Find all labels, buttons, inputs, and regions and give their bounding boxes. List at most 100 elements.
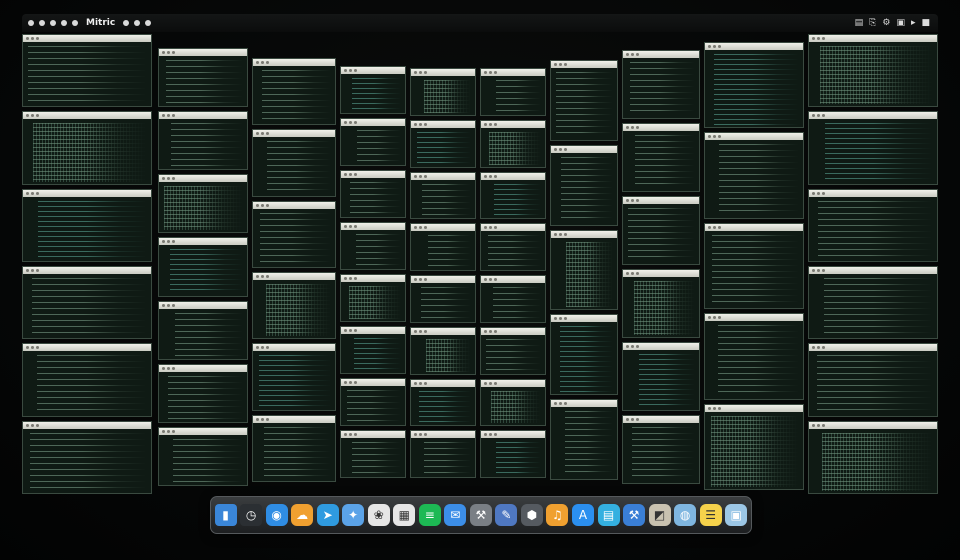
menu-dots[interactable] [123,20,152,26]
terminal-window[interactable] [704,313,804,400]
terminal-window[interactable] [622,269,700,338]
window-control-icon[interactable] [162,177,165,181]
window-title-bar[interactable] [159,301,247,309]
window-control-icon[interactable] [36,37,39,40]
window-control-icon[interactable] [494,122,497,126]
window-control-icon[interactable] [817,423,820,427]
code-text-area[interactable] [258,355,331,408]
window-title-bar[interactable] [23,112,151,120]
window-control-icon[interactable] [489,226,492,230]
code-text-area[interactable] [566,241,613,308]
window-control-icon[interactable] [344,225,347,228]
window-control-icon[interactable] [266,132,269,136]
terminal-window[interactable] [410,326,476,375]
dot-icon[interactable] [61,20,67,26]
window-control-icon[interactable] [559,63,562,66]
code-text-area[interactable] [417,131,471,165]
window-control-icon[interactable] [349,381,352,384]
window-control-icon[interactable] [713,316,716,320]
terminal-window[interactable] [22,343,152,417]
window-control-icon[interactable] [718,45,721,48]
window-control-icon[interactable] [812,269,815,272]
window-control-icon[interactable] [718,316,721,320]
window-control-icon[interactable] [26,346,29,350]
window-control-icon[interactable] [349,277,352,280]
window-control-icon[interactable] [817,269,820,272]
window-control-icon[interactable] [354,433,357,436]
window-control-icon[interactable] [162,303,165,307]
terminal-window[interactable] [704,132,804,219]
window-control-icon[interactable] [162,240,165,244]
code-text-area[interactable] [355,234,401,267]
terminal-window[interactable] [410,171,476,220]
window-control-icon[interactable] [489,71,492,74]
window-control-icon[interactable] [822,114,825,118]
window-control-icon[interactable] [414,278,417,281]
window-control-icon[interactable] [344,433,347,436]
terminal-window[interactable] [808,111,938,185]
window-control-icon[interactable] [162,429,165,433]
window-title-bar[interactable] [253,273,335,280]
window-control-icon[interactable] [419,433,422,437]
window-control-icon[interactable] [172,240,175,244]
window-control-icon[interactable] [636,272,639,275]
terminal-window[interactable] [480,326,546,375]
terminal-window[interactable] [340,274,406,322]
window-title-bar[interactable] [411,120,475,128]
window-control-icon[interactable] [822,423,825,427]
window-control-icon[interactable] [636,126,639,129]
window-control-icon[interactable] [414,381,417,385]
window-control-icon[interactable] [261,346,264,350]
code-text-area[interactable] [714,54,799,126]
window-control-icon[interactable] [162,114,165,118]
window-control-icon[interactable] [636,345,639,348]
window-control-icon[interactable] [631,126,634,129]
window-title-bar[interactable] [623,197,699,204]
window-control-icon[interactable] [349,173,352,176]
window-title-bar[interactable] [23,189,151,197]
window-title-bar[interactable] [809,112,937,120]
window-control-icon[interactable] [559,147,562,151]
terminal-window[interactable] [480,378,546,427]
terminal-window[interactable] [550,399,618,480]
window-title-bar[interactable] [23,344,151,352]
dot-icon[interactable] [28,20,34,26]
window-title-bar[interactable] [481,379,545,387]
window-control-icon[interactable] [419,278,422,281]
window-control-icon[interactable] [344,329,347,332]
window-control-icon[interactable] [424,226,427,230]
code-text-area[interactable] [717,325,799,397]
code-text-area[interactable] [426,338,471,372]
window-title-bar[interactable] [23,35,151,42]
terminal-window[interactable] [340,118,406,166]
terminal-window[interactable] [340,66,406,114]
code-text-area[interactable] [38,200,147,259]
window-control-icon[interactable] [626,418,629,421]
window-control-icon[interactable] [162,51,165,54]
window-control-icon[interactable] [419,71,422,74]
window-control-icon[interactable] [636,53,639,56]
window-control-icon[interactable] [256,132,259,136]
window-title-bar[interactable] [253,415,335,423]
code-text-area[interactable] [347,390,401,423]
terminal-window[interactable] [22,34,152,108]
terminal-window[interactable] [252,58,336,126]
window-title-bar[interactable] [341,223,405,230]
window-control-icon[interactable] [708,316,711,320]
terminal-window[interactable] [808,343,938,417]
window-control-icon[interactable] [344,277,347,280]
window-control-icon[interactable] [564,232,567,236]
window-control-icon[interactable] [484,226,487,230]
window-control-icon[interactable] [349,121,352,124]
window-control-icon[interactable] [424,329,427,333]
window-title-bar[interactable] [411,69,475,76]
window-control-icon[interactable] [31,423,34,427]
window-control-icon[interactable] [256,346,259,350]
code-text-area[interactable] [28,46,147,105]
terminal-window[interactable] [704,222,804,310]
window-title-bar[interactable] [551,145,617,153]
window-control-icon[interactable] [822,37,825,40]
window-control-icon[interactable] [817,346,820,350]
window-control-icon[interactable] [256,61,259,64]
window-control-icon[interactable] [31,269,34,272]
